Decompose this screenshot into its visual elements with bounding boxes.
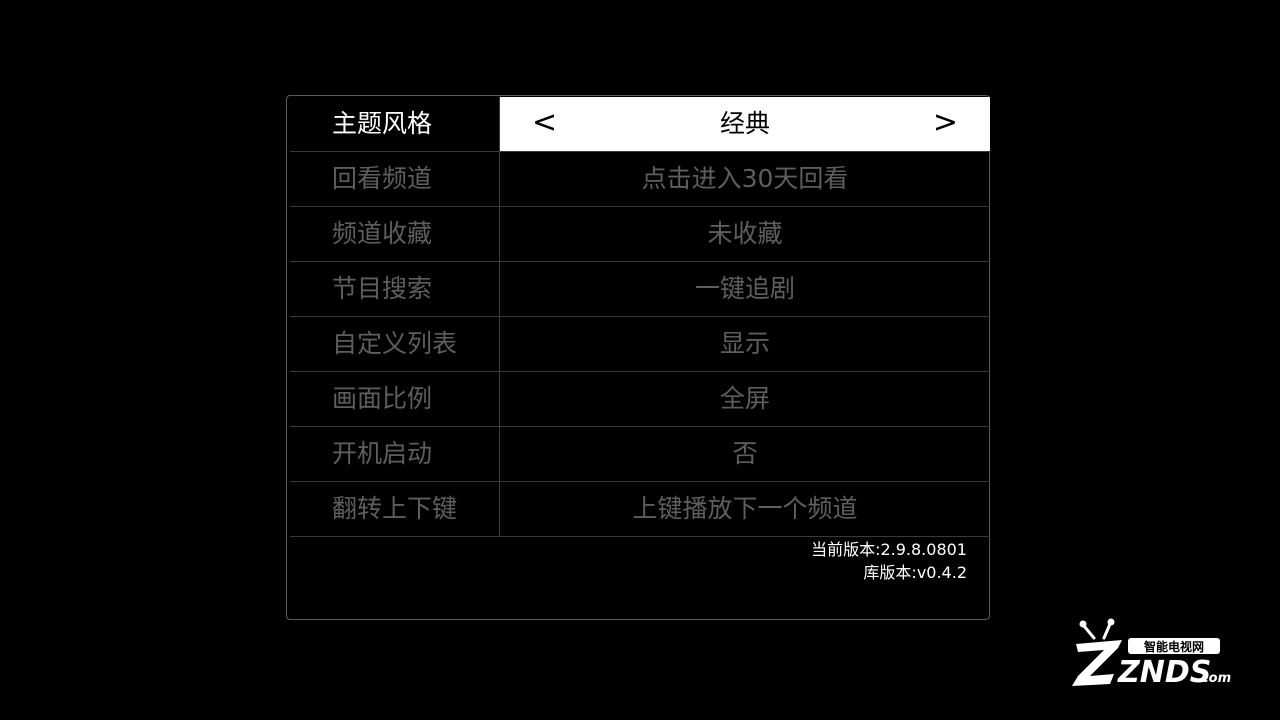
setting-row-aspect-ratio[interactable]: 画面比例 全屏 — [290, 372, 990, 427]
setting-value-selector[interactable]: < 经典 > — [500, 97, 990, 151]
setting-value[interactable]: 否 — [500, 427, 990, 481]
settings-list: 主题风格 < 经典 > 回看频道 点击进入30天回看 频道收藏 未收藏 节目搜索… — [290, 97, 990, 537]
setting-row-autostart[interactable]: 开机启动 否 — [290, 427, 990, 482]
setting-value: 经典 — [719, 109, 770, 138]
setting-label: 频道收藏 — [290, 207, 500, 261]
watermark-tagline: 智能电视网 — [1143, 639, 1204, 654]
setting-label: 回看频道 — [290, 152, 500, 206]
chevron-right-icon[interactable]: > — [933, 97, 958, 151]
setting-label: 翻转上下键 — [290, 482, 500, 536]
setting-row-flip-keys[interactable]: 翻转上下键 上键播放下一个频道 — [290, 482, 990, 537]
app-version-text: 当前版本:2.9.8.0801 — [811, 540, 967, 559]
setting-value[interactable]: 点击进入30天回看 — [500, 152, 990, 206]
setting-row-custom-list[interactable]: 自定义列表 显示 — [290, 317, 990, 372]
setting-value[interactable]: 上键播放下一个频道 — [500, 482, 990, 536]
chevron-left-icon[interactable]: < — [532, 97, 557, 151]
setting-label: 画面比例 — [290, 372, 500, 426]
setting-value[interactable]: 显示 — [500, 317, 990, 371]
tv-logo-icon: 智能电视网 ZNDS .com — [1072, 618, 1231, 690]
setting-label: 自定义列表 — [290, 317, 500, 371]
setting-label: 主题风格 — [290, 97, 500, 151]
setting-value[interactable]: 未收藏 — [500, 207, 990, 261]
lib-version-text: 库版本:v0.4.2 — [863, 563, 967, 582]
setting-value[interactable]: 全屏 — [500, 372, 990, 426]
znds-watermark-logo: 智能电视网 ZNDS .com — [1068, 618, 1238, 690]
setting-row-program-search[interactable]: 节目搜索 一键追剧 — [290, 262, 990, 317]
setting-row-favorite-channel[interactable]: 频道收藏 未收藏 — [290, 207, 990, 262]
settings-panel: 主题风格 < 经典 > 回看频道 点击进入30天回看 频道收藏 未收藏 节目搜索… — [286, 95, 990, 620]
setting-row-playback-channel[interactable]: 回看频道 点击进入30天回看 — [290, 152, 990, 207]
version-info: 当前版本:2.9.8.0801 库版本:v0.4.2 — [811, 538, 967, 584]
setting-row-theme[interactable]: 主题风格 < 经典 > — [290, 97, 990, 152]
setting-label: 节目搜索 — [290, 262, 500, 316]
watermark-domain: .com — [1196, 671, 1231, 686]
setting-label: 开机启动 — [290, 427, 500, 481]
setting-value[interactable]: 一键追剧 — [500, 262, 990, 316]
